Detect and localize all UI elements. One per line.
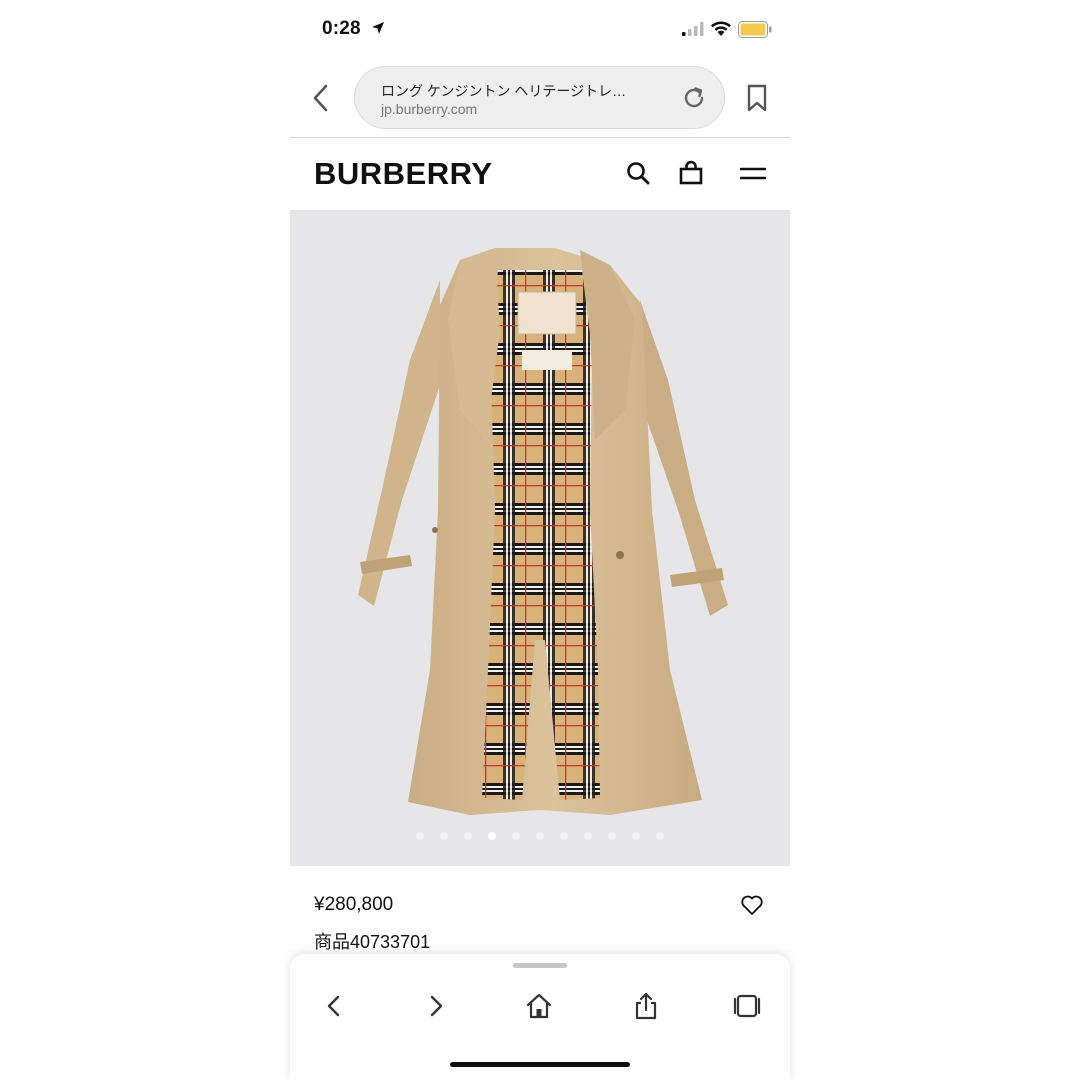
cellular-signal-icon (682, 22, 704, 36)
address-bar[interactable]: ロング ケンジントン ヘリテージトレ… jp.burberry.com (354, 66, 725, 129)
carousel-dot[interactable] (608, 832, 616, 840)
carousel-dot[interactable] (512, 832, 520, 840)
wifi-icon (711, 21, 731, 36)
product-image-carousel[interactable] (290, 210, 790, 866)
page-title: ロング ケンジントン ヘリテージトレ… (381, 83, 627, 99)
trench-coat-image (358, 248, 728, 815)
product-sku: 商品40733701 (314, 932, 431, 952)
carousel-dot[interactable] (632, 832, 640, 840)
carousel-dot[interactable] (416, 832, 424, 840)
back-arrow-icon[interactable] (320, 992, 348, 1020)
heart-icon[interactable] (740, 894, 764, 916)
product-price: ¥280,800 (314, 894, 394, 915)
status-time: 0:28 (322, 18, 361, 39)
phone-screen: 0:28 ロング ケンジントン ヘリテージトレ… jp.burberry.com… (290, 0, 790, 1080)
battery-icon (738, 21, 772, 38)
forward-arrow-icon[interactable] (422, 992, 450, 1020)
page-domain: jp.burberry.com (381, 101, 478, 117)
site-header: BURBERRY (290, 138, 790, 210)
carousel-dot-active[interactable] (488, 832, 496, 840)
browser-toolbar (290, 954, 790, 1080)
browser-bar: ロング ケンジントン ヘリテージトレ… jp.burberry.com (290, 58, 790, 138)
share-icon[interactable] (632, 992, 660, 1020)
carousel-dot[interactable] (464, 832, 472, 840)
carousel-dot[interactable] (656, 832, 664, 840)
toolbar-grabber[interactable] (513, 963, 567, 968)
hamburger-menu-icon[interactable] (740, 160, 766, 186)
search-icon[interactable] (625, 160, 651, 186)
tabs-icon[interactable] (733, 992, 761, 1020)
carousel-dot[interactable] (440, 832, 448, 840)
brand-logo[interactable]: BURBERRY (314, 156, 493, 192)
carousel-dot[interactable] (560, 832, 568, 840)
carousel-dot[interactable] (536, 832, 544, 840)
shopping-bag-icon[interactable] (678, 160, 704, 186)
product-info: ¥280,800 商品40733701 (290, 866, 790, 966)
carousel-dot[interactable] (584, 832, 592, 840)
bookmark-icon[interactable] (746, 84, 768, 112)
home-icon[interactable] (525, 992, 553, 1020)
browser-back-icon[interactable] (308, 82, 334, 114)
home-indicator[interactable] (450, 1062, 630, 1067)
carousel-dots (290, 832, 790, 844)
status-bar: 0:28 (290, 0, 790, 58)
location-arrow-icon (372, 22, 384, 34)
reload-icon[interactable] (681, 85, 707, 111)
